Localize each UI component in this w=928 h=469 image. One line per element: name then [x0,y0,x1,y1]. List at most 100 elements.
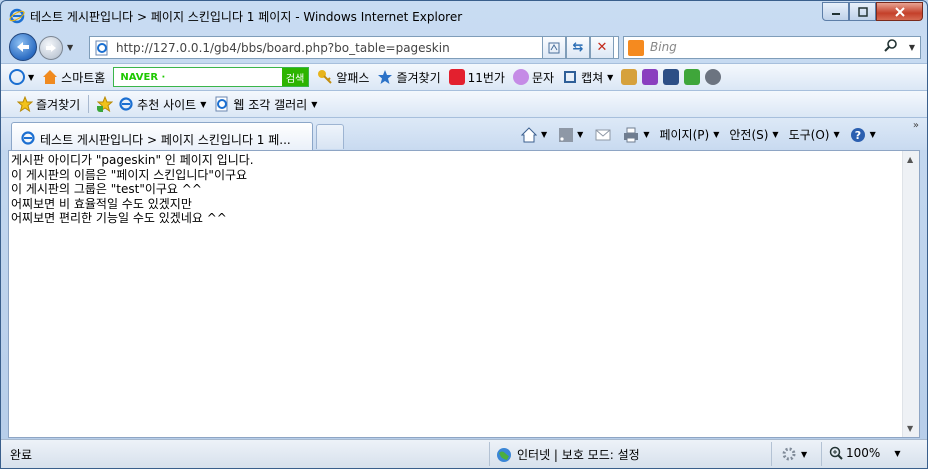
close-icon [894,6,905,17]
help-button[interactable]: ? ▼ [850,127,876,143]
close-button[interactable] [876,2,923,21]
tools-menu-button[interactable]: 도구(O) ▼ [789,126,840,143]
web-slice-icon [215,96,228,112]
content-text: 게시판 아이디가 "pageskin" 인 페이지 입니다. 이 게시판의 이름… [11,153,254,226]
book-button[interactable] [642,69,661,85]
disk-icon [663,69,680,85]
suggested-sites-button[interactable]: 추천 사이트 ▼ [118,96,206,113]
compatibility-view-button[interactable] [542,36,566,59]
maximize-icon [857,6,868,17]
ie-tab-icon [21,131,35,145]
navigation-bar: ▼ http://127.0.0.1/gb4/bbs/board.php?bo_… [1,31,927,63]
page-menu-button[interactable]: 페이지(P) ▼ [659,126,719,143]
svg-text:?: ? [854,129,860,142]
speech-bubble-icon [512,69,529,85]
save-disk-button[interactable] [663,69,682,85]
status-divider [821,442,822,466]
refresh-icon: ⇆ [572,40,584,55]
security-settings-button[interactable]: ▼ [781,446,807,462]
address-bar[interactable]: http://127.0.0.1/gb4/bbs/board.php?bo_ta… [89,36,619,59]
command-bar: ▼ ▼ ▼ 페이지(P) ▼ 안전(S) ▼ 도구(O) ▼ ? ▼ [511,126,876,143]
alpass-button[interactable]: 알패스 [317,69,369,86]
web-slice-gallery-button[interactable]: 웹 조각 갤러리 ▼ [214,96,317,113]
search-options-dropdown-icon[interactable]: ▼ [909,43,915,52]
search-box[interactable]: Bing ▼ [623,36,921,59]
safety-menu-button[interactable]: 안전(S) ▼ [729,126,778,143]
eleven-st-icon [448,69,465,85]
ie-page-icon [119,97,133,111]
scroll-down-icon[interactable]: ▼ [907,424,913,433]
green-tool-icon [684,69,701,85]
vertical-scrollbar[interactable]: ▲ ▼ [902,151,919,437]
tab-active[interactable]: 테스트 게시판입니다 > 페이지 스킨입니다 1 페... [11,122,313,151]
mail-icon [595,129,611,140]
naver-search-button[interactable]: 검색 [281,68,309,86]
content-line: 게시판 아이디가 "pageskin" 인 페이지 입니다. [11,153,254,167]
ie-options-icon [9,69,25,85]
forward-button[interactable] [39,36,63,60]
scroll-up-icon[interactable]: ▲ [907,155,913,164]
status-divider [771,442,772,466]
content-line: 이 게시판의 이름은 "페이지 스킨입니다"이구요 [11,167,248,182]
home-page-icon [521,126,537,142]
key-icon [318,70,333,84]
tab-row: 테스트 게시판입니다 > 페이지 스킨입니다 1 페... ▼ ▼ ▼ 페이지(… [1,117,927,151]
add-on-toolbar: ▼ 스마트홈 NAVER · 검색 알패스 즐겨찾기 11번가 문자 캡쳐 ▼ [1,63,927,90]
status-divider [489,442,490,466]
back-button[interactable] [9,33,37,61]
favorites-star-icon [17,96,33,112]
broom-button[interactable] [621,69,640,85]
minimize-button[interactable] [822,2,849,21]
security-zone[interactable]: 인터넷 | 보호 모드: 설정 [496,446,640,463]
toolbar-separator [88,95,90,113]
settings-circle-button[interactable] [705,69,724,85]
sms-button[interactable]: 문자 [512,69,554,86]
bing-logo-icon [628,40,644,56]
more-commands-icon[interactable]: » [913,120,919,131]
naver-search-box[interactable]: NAVER · 검색 [113,67,310,87]
stop-icon: ✕ [596,40,608,55]
content-line: 이 게시판의 그룹은 "test"이구요 ^^ [11,182,202,196]
capture-button[interactable]: 캡쳐 ▼ [562,69,613,86]
search-icon[interactable] [884,39,898,53]
printer-icon [624,127,639,142]
maximize-button[interactable] [849,2,876,21]
gear-icon [782,447,796,461]
eleven-st-button[interactable]: 11번가 [448,69,505,86]
naver-logo: NAVER · [120,71,166,83]
window-title: 테스트 게시판입니다 > 페이지 스킨입니다 1 페이지 - Windows I… [30,10,463,24]
back-arrow-icon [17,42,29,52]
refresh-button[interactable]: ⇆ [566,36,590,59]
smart-home-button[interactable]: 스마트홈 [42,69,105,86]
page-icon [95,40,108,56]
home-icon [43,70,58,84]
minimize-icon [831,12,840,15]
read-mail-button[interactable] [595,129,611,141]
new-tab-button[interactable] [316,124,344,149]
favorites-button[interactable]: 즐겨찾기 [17,96,80,113]
content-line: 어찌보면 편리한 기능일 수도 있겠네요 ^^ [11,211,227,225]
zoom-button[interactable]: 100% ▼ [829,446,900,460]
compatibility-icon [548,42,560,53]
home-button[interactable]: ▼ [521,126,547,143]
feeds-button[interactable]: ▼ [559,127,583,142]
ie-logo-icon [9,8,25,24]
title-bar[interactable]: 테스트 게시판입니다 > 페이지 스킨입니다 1 페이지 - Windows I… [1,1,927,31]
address-text: http://127.0.0.1/gb4/bbs/board.php?bo_ta… [116,41,450,55]
globe-icon [497,447,511,462]
favorites-toolbar-button[interactable]: 즐겨찾기 [377,69,441,86]
add-to-favorites-bar-button[interactable] [97,96,116,112]
print-button[interactable]: ▼ [623,127,649,143]
recent-pages-dropdown-icon[interactable]: ▼ [67,43,73,52]
zoom-icon [829,446,843,460]
search-input[interactable]: Bing [650,40,677,54]
settings-circle-icon [705,69,722,85]
status-text: 완료 [10,448,33,462]
content-line: 어찌보면 비 효율적일 수도 있겠지만 [11,196,192,211]
toolbar-options-button[interactable]: ▼ [9,69,34,85]
stop-button[interactable]: ✕ [590,36,614,59]
capture-icon [564,71,577,83]
page-content: 게시판 아이디가 "pageskin" 인 페이지 입니다. 이 게시판의 이름… [8,150,920,438]
favorites-bar: 즐겨찾기 추천 사이트 ▼ 웹 조각 갤러리 ▼ [1,90,927,117]
green-tool-button[interactable] [684,69,703,85]
